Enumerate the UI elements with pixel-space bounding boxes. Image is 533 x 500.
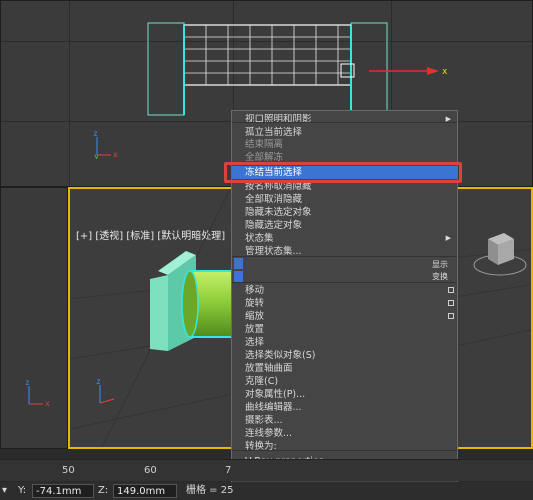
svg-text:y: y <box>94 152 99 159</box>
move-gizmo-icon[interactable]: x <box>339 61 459 83</box>
menu-item-label: 放置 <box>245 324 265 335</box>
quad-label-transform: 变换 <box>432 272 448 281</box>
svg-text:z: z <box>93 129 98 138</box>
quad-header-marker <box>234 258 243 269</box>
menu-item-label: 旋转 <box>245 298 265 309</box>
menu-item-label: 状态集 <box>245 233 274 244</box>
menu-item[interactable]: 视口照明和阴影 ▶ <box>232 113 457 126</box>
menu-item[interactable]: 放置轴曲面 <box>232 362 457 375</box>
menu-item-label: 放置轴曲面 <box>245 363 293 374</box>
highlight-annotation-box <box>224 162 462 183</box>
menu-item[interactable] <box>232 257 457 270</box>
menu-item[interactable]: 隐藏未选定对象 <box>232 206 457 219</box>
menu-item[interactable]: 选择类似对象(S) <box>232 349 457 362</box>
quad-label-display: 显示 <box>432 260 448 269</box>
lock-icon[interactable]: ▾ <box>2 484 7 498</box>
menu-item-label: 视口照明和阴影 <box>245 114 312 125</box>
time-ruler[interactable]: 50 60 7 <box>0 459 533 481</box>
ruler-tick-label: 50 <box>62 465 75 476</box>
menu-separator <box>232 256 457 257</box>
grid-size-label: 栅格 = 25 <box>186 485 234 496</box>
menu-item-label: 选择 <box>245 337 265 348</box>
menu-item[interactable]: 转换为: <box>232 440 457 453</box>
menu-item[interactable]: 选择 <box>232 336 457 349</box>
menu-separator <box>232 282 457 283</box>
left-viewport[interactable]: z x <box>0 187 68 449</box>
menu-separator <box>232 450 457 451</box>
submenu-arrow-icon: ▶ <box>445 115 451 123</box>
z-coord-label: Z: <box>98 485 109 496</box>
quad-header-marker <box>234 271 243 282</box>
menu-item[interactable]: 克隆(C) <box>232 375 457 388</box>
menu-item-label: 移动 <box>245 285 265 296</box>
status-bar: ▾ Y: -74.1mm Z: 149.0mm 栅格 = 25 <box>0 482 533 500</box>
svg-text:x: x <box>442 67 448 77</box>
menu-item[interactable]: 隐藏选定对象 <box>232 219 457 232</box>
menu-item-label: 曲线编辑器... <box>245 402 302 413</box>
axis-tripod-icon: z x <box>25 378 50 408</box>
settings-box-icon[interactable] <box>448 300 454 306</box>
menu-item-label: 孤立当前选择 <box>245 127 303 138</box>
svg-text:x: x <box>113 150 118 159</box>
submenu-arrow-icon: ▶ <box>445 234 451 242</box>
viewcube-icon[interactable] <box>470 219 530 289</box>
menu-item[interactable]: 全部取消隐藏 <box>232 193 457 206</box>
settings-box-icon[interactable] <box>448 287 454 293</box>
menu-item-label: 结束隔离 <box>245 139 284 150</box>
ruler-tick-label: 60 <box>144 465 157 476</box>
menu-item-label: 摄影表... <box>245 415 283 426</box>
menu-item[interactable]: 放置 <box>232 323 457 336</box>
menu-item-label: 选择类似对象(S) <box>245 350 316 361</box>
menu-item-label: 连线参数... <box>245 428 293 439</box>
menu-item-label: 全部取消隐藏 <box>245 194 303 205</box>
svg-text:z: z <box>96 377 101 386</box>
z-coord-field[interactable]: 149.0mm <box>113 484 177 498</box>
menu-item[interactable]: 曲线编辑器... <box>232 401 457 414</box>
menu-item[interactable]: 连线参数... <box>232 427 457 440</box>
menu-item[interactable]: 旋转 <box>232 297 457 310</box>
menu-item[interactable]: 移动 <box>232 284 457 297</box>
ruler-tick-label: 7 <box>225 465 232 476</box>
axis-tripod-icon: z <box>96 377 115 404</box>
menu-item-label: 对象属性(P)... <box>245 389 306 400</box>
menu-item[interactable]: 结束隔离 <box>232 138 457 151</box>
menu-item-label: 克隆(C) <box>245 376 279 387</box>
svg-text:z: z <box>25 378 30 387</box>
settings-box-icon[interactable] <box>448 313 454 319</box>
y-coord-field[interactable]: -74.1mm <box>32 484 94 498</box>
menu-item[interactable]: 状态集 ▶ <box>232 232 457 245</box>
menu-item-label: 隐藏未选定对象 <box>245 207 312 218</box>
menu-item-label: 隐藏选定对象 <box>245 220 303 231</box>
menu-item[interactable]: 缩放 <box>232 310 457 323</box>
menu-item-label: 缩放 <box>245 311 265 322</box>
menu-item[interactable]: 对象属性(P)... <box>232 388 457 401</box>
svg-text:x: x <box>45 399 50 408</box>
menu-item[interactable]: 摄影表... <box>232 414 457 427</box>
y-coord-label: Y: <box>18 485 27 496</box>
menu-separator <box>232 122 457 123</box>
axis-tripod-icon: z x y <box>93 129 118 159</box>
grid-line <box>69 1 70 186</box>
